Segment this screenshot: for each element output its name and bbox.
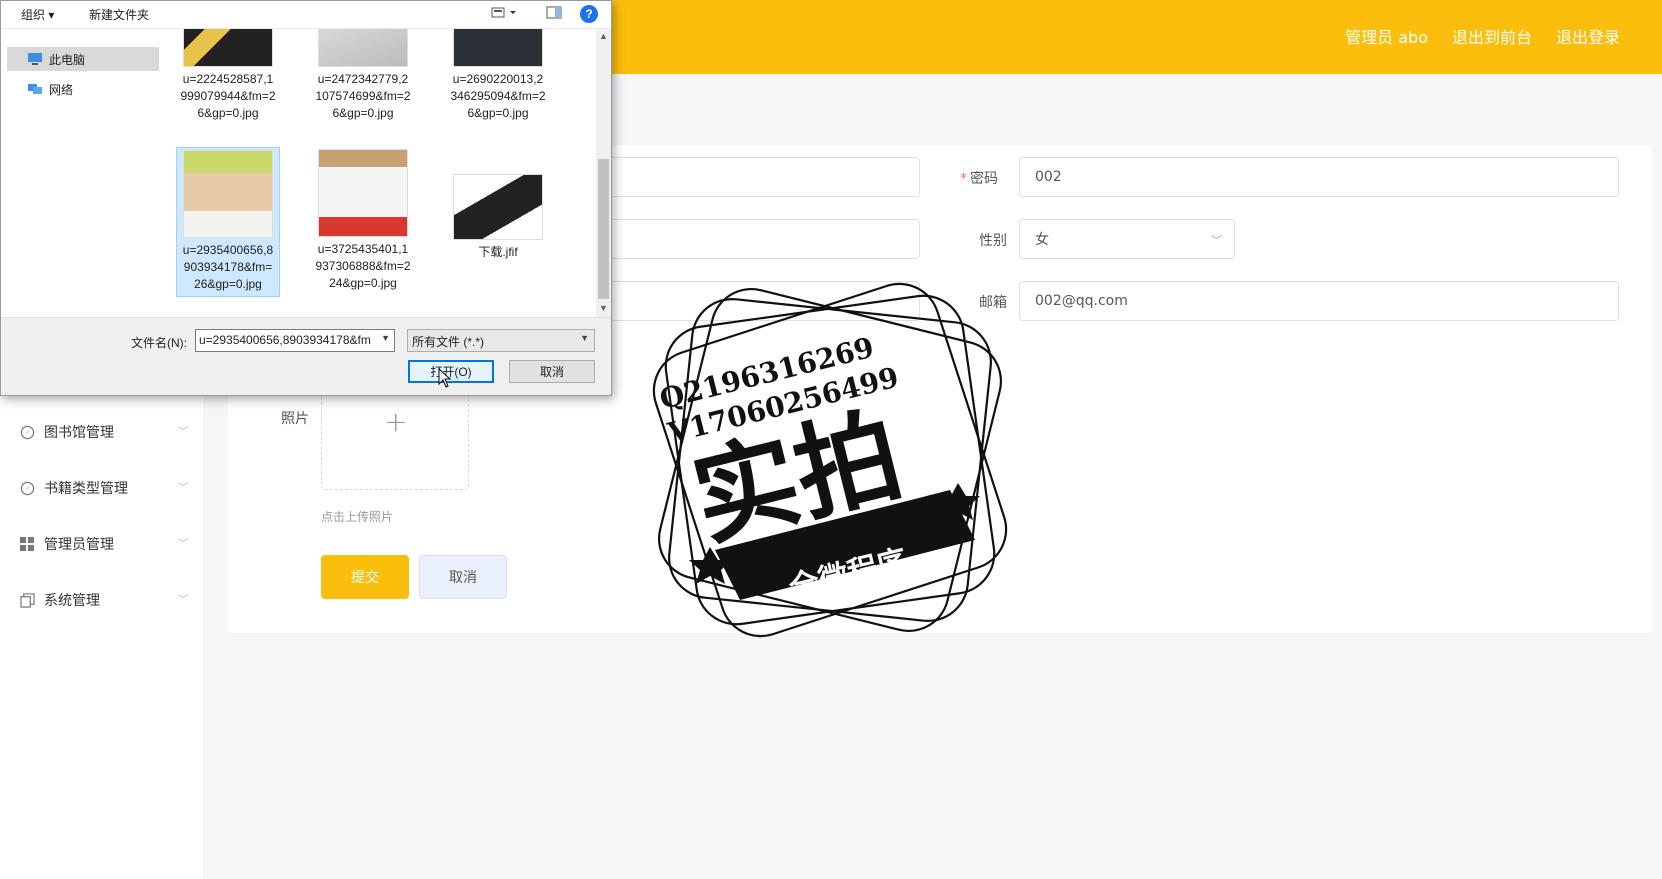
sidebar-item-label: 管理员管理 — [44, 537, 114, 553]
upload-hint: 点击上传照片 — [321, 510, 394, 524]
copy-icon — [18, 591, 36, 609]
exit-to-front-link[interactable]: 退出到前台 — [1452, 24, 1532, 48]
filename-input[interactable]: u=2935400656,8903934178&fm ▼ — [195, 329, 395, 352]
plus-icon: + — [384, 405, 408, 438]
dialog-scrollbar[interactable]: ▲ ▼ — [596, 29, 611, 317]
logout-link[interactable]: 退出登录 — [1556, 24, 1620, 48]
nav-network[interactable]: 网络 — [7, 77, 159, 101]
email-field[interactable]: 002@qq.com — [1019, 281, 1619, 321]
dialog-toolbar: 组织 ▾ 新建文件夹 ? — [1, 1, 611, 29]
scroll-thumb[interactable] — [598, 159, 609, 299]
password-field[interactable]: 002 — [1019, 157, 1619, 197]
file-item[interactable]: 下载.jfif — [446, 174, 550, 261]
submit-button[interactable]: 提交 — [321, 555, 409, 599]
username-field[interactable] — [560, 157, 920, 197]
sidebar-item-system[interactable]: 系统管理 ﹀ — [18, 585, 188, 615]
file-item-selected[interactable]: u=2935400656,8903934178&fm=26&gp=0.jpg — [176, 147, 280, 297]
file-thumbnail — [453, 29, 543, 67]
chevron-down-icon: ▼ — [580, 333, 589, 343]
file-thumbnail — [183, 150, 273, 238]
file-item[interactable]: u=2472342779,2107574699&fm=26&gp=0.jpg — [311, 29, 415, 122]
sidebar-item-library[interactable]: 图书馆管理 ﹀ — [18, 417, 188, 447]
cancel-button[interactable]: 取消 — [419, 555, 507, 599]
watermark-stamp: Q2196316269 V17060256499 实拍 全微程序 — [652, 282, 1008, 638]
dialog-file-list: u=2224528587,1999079944&fm=26&gp=0.jpg u… — [166, 29, 596, 317]
sidebar-item-admins[interactable]: 管理员管理 ﹀ — [18, 529, 188, 559]
view-icon[interactable] — [491, 6, 519, 23]
chevron-down-icon: ﹀ — [178, 483, 188, 494]
grid-icon — [18, 535, 36, 553]
gender-label: 性别 — [979, 233, 1007, 249]
chevron-down-icon: ﹀ — [178, 427, 188, 438]
admin-user-link[interactable]: 管理员 abo — [1345, 24, 1428, 48]
organize-button[interactable]: 组织 ▾ — [21, 6, 54, 23]
sidebar-item-book-types[interactable]: 书籍类型管理 ﹀ — [18, 473, 188, 503]
new-folder-button[interactable]: 新建文件夹 — [89, 6, 149, 23]
compass-icon — [18, 423, 36, 441]
file-item[interactable]: u=3725435401,1937306888&fm=224&gp=0.jpg — [311, 149, 415, 292]
dialog-cancel-button[interactable]: 取消 — [509, 360, 595, 383]
sidebar-item-label: 系统管理 — [44, 593, 100, 609]
help-icon[interactable]: ? — [580, 5, 598, 23]
gender-select[interactable]: 女 ﹀ — [1019, 219, 1235, 259]
header-nav: 管理员 abo 退出到前台 退出登录 — [1345, 24, 1620, 48]
scroll-down-icon[interactable]: ▼ — [599, 303, 608, 313]
filename-label: 文件名(N): — [131, 336, 187, 350]
dialog-nav-pane: 此电脑 网络 — [1, 29, 165, 317]
file-thumbnail — [453, 174, 543, 240]
photo-upload[interactable]: + — [321, 386, 469, 490]
chevron-down-icon: ﹀ — [1211, 234, 1222, 247]
chevron-down-icon[interactable]: ▼ — [381, 333, 390, 343]
mouse-cursor-icon — [438, 368, 452, 388]
sidebar-item-label: 书籍类型管理 — [44, 481, 128, 497]
network-icon — [28, 84, 42, 94]
file-thumbnail — [318, 149, 408, 237]
compass-icon — [18, 479, 36, 497]
file-item[interactable]: u=2224528587,1999079944&fm=26&gp=0.jpg — [176, 29, 280, 122]
photo-label: 照片 — [281, 411, 309, 427]
chevron-down-icon: ﹀ — [178, 539, 188, 550]
file-open-dialog: 组织 ▾ 新建文件夹 ? 此电脑 网络 u=2224528587,1999079… — [0, 0, 612, 396]
chevron-down-icon: ﹀ — [178, 595, 188, 606]
nav-this-pc[interactable]: 此电脑 — [7, 47, 159, 71]
file-thumbnail — [318, 29, 408, 67]
sidebar-item-label: 图书馆管理 — [44, 425, 114, 441]
scroll-up-icon[interactable]: ▲ — [599, 31, 608, 41]
dialog-footer: 文件名(N): u=2935400656,8903934178&fm ▼ 所有文… — [1, 317, 611, 395]
preview-pane-icon[interactable] — [546, 6, 562, 23]
file-thumbnail — [183, 29, 273, 67]
computer-icon — [28, 53, 42, 65]
filetype-select[interactable]: 所有文件 (*.*) ▼ — [407, 329, 595, 352]
password-label: * 密码 — [960, 171, 998, 187]
file-item[interactable]: u=2690220013,2346295094&fm=26&gp=0.jpg — [446, 29, 550, 122]
